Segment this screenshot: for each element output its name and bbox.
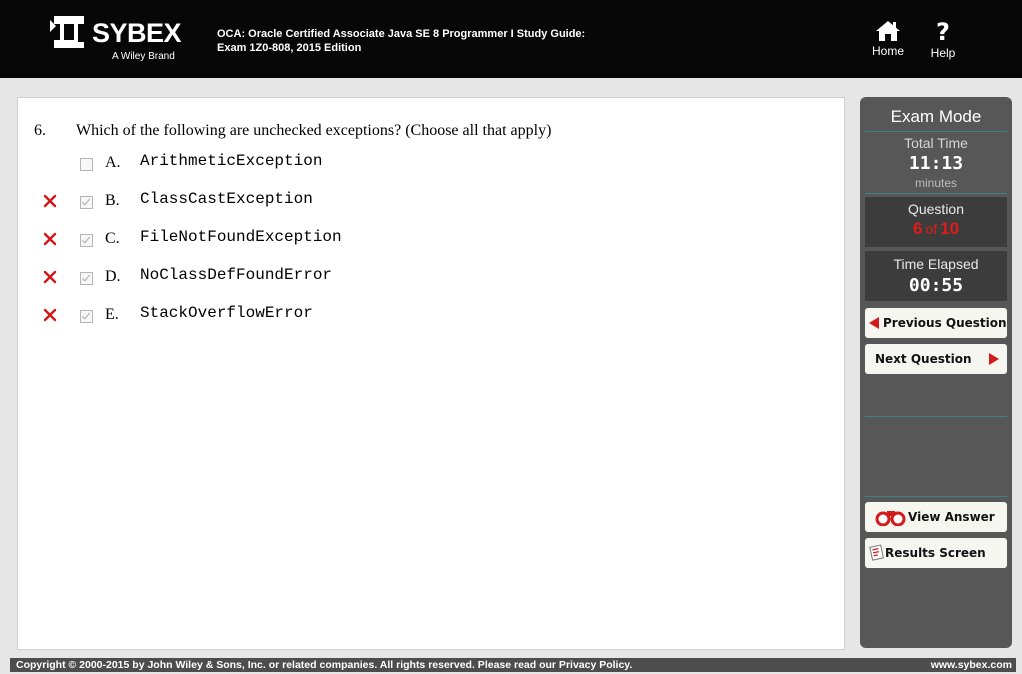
results-screen-button[interactable]: Results Screen: [865, 538, 1007, 568]
incorrect-x-icon: [43, 270, 57, 284]
time-elapsed-label: Time Elapsed: [893, 256, 979, 272]
answer-option-b[interactable]: B. ClassCastException: [18, 190, 618, 216]
home-icon: [876, 21, 900, 41]
divider: [865, 193, 1007, 194]
brand-name: SYBEX: [92, 18, 182, 48]
time-elapsed-value: 00:55: [908, 275, 964, 296]
previous-question-button[interactable]: Previous Question: [865, 308, 1007, 338]
exam-side-panel: Exam Mode Total Time 11:13 minutes Quest…: [860, 97, 1012, 648]
option-checkbox[interactable]: [80, 272, 93, 285]
footer-bar: Copyright © 2000-2015 by John Wiley & So…: [10, 658, 1016, 672]
home-button[interactable]: Home: [865, 20, 911, 58]
question-number: 6.: [34, 122, 46, 139]
option-checkbox[interactable]: [80, 196, 93, 209]
incorrect-x-icon: [43, 232, 57, 246]
app-header: SYBEX A Wiley Brand OCA: Oracle Certifie…: [0, 0, 1022, 78]
arrow-left-icon: [869, 317, 879, 329]
exam-mode-title: Exam Mode: [890, 107, 982, 126]
home-label: Home: [871, 44, 904, 58]
question-counter: 6 of 10: [865, 219, 1007, 239]
option-letter: C.: [105, 230, 120, 247]
next-question-button[interactable]: Next Question: [865, 344, 1007, 374]
option-letter: A.: [105, 154, 121, 171]
sybex-logo: SYBEX A Wiley Brand: [50, 14, 185, 64]
divider: [865, 496, 1007, 497]
results-sheet-icon: [869, 544, 884, 561]
divider: [865, 131, 1007, 132]
option-checkbox[interactable]: [80, 310, 93, 323]
incorrect-x-icon: [43, 194, 57, 208]
total-time-label: Total Time: [904, 135, 968, 151]
option-letter: D.: [105, 268, 121, 285]
question-of: of: [925, 221, 938, 237]
option-text: ArithmeticException: [140, 152, 323, 170]
divider: [865, 416, 1007, 417]
option-text: FileNotFoundException: [140, 228, 342, 246]
copyright-text[interactable]: Copyright © 2000-2015 by John Wiley & So…: [16, 659, 632, 671]
help-label: Help: [930, 46, 956, 60]
option-text: NoClassDefFoundError: [140, 266, 333, 284]
book-title-line2: Exam 1Z0-808, 2015 Edition: [217, 42, 362, 54]
arrow-right-icon: [989, 353, 999, 365]
question-total: 10: [940, 219, 960, 238]
website-link[interactable]: www.sybex.com: [931, 659, 1012, 671]
option-letter: E.: [105, 306, 119, 323]
option-text: ClassCastException: [140, 190, 313, 208]
question-counter-label: Question: [907, 201, 965, 217]
total-time-unit: minutes: [914, 176, 958, 190]
option-text: StackOverflowError: [140, 304, 313, 322]
book-title-line1: OCA: Oracle Certified Associate Java SE …: [217, 28, 586, 40]
time-elapsed-box: Time Elapsed 00:55: [865, 251, 1007, 301]
question-text: Which of the following are unchecked exc…: [76, 122, 552, 139]
incorrect-x-icon: [43, 308, 57, 322]
total-time-value: 11:13: [908, 153, 964, 174]
results-screen-label: Results Screen: [885, 546, 986, 560]
next-question-label: Next Question: [875, 352, 972, 366]
sybex-logo-mark-icon: [50, 16, 84, 48]
binoculars-icon: [875, 511, 906, 526]
answer-option-a[interactable]: A. ArithmeticException: [18, 152, 618, 178]
view-answer-label: View Answer: [908, 510, 995, 524]
brand-tagline: A Wiley Brand: [112, 51, 175, 62]
view-answer-button[interactable]: View Answer: [865, 502, 1007, 532]
question-current: 6: [912, 219, 923, 238]
help-button[interactable]: ? Help: [920, 20, 966, 60]
question-counter-box: Question 6 of 10: [865, 197, 1007, 247]
book-title: OCA: Oracle Certified Associate Java SE …: [217, 27, 585, 55]
previous-question-label: Previous Question: [883, 316, 1007, 330]
question-panel: 6. Which of the following are unchecked …: [17, 97, 845, 650]
answer-option-c[interactable]: C. FileNotFoundException: [18, 228, 618, 254]
option-letter: B.: [105, 192, 120, 209]
answer-option-e[interactable]: E. StackOverflowError: [18, 304, 618, 330]
question-icon: ?: [936, 18, 950, 46]
option-checkbox[interactable]: [80, 158, 93, 171]
answer-option-d[interactable]: D. NoClassDefFoundError: [18, 266, 618, 292]
option-checkbox[interactable]: [80, 234, 93, 247]
